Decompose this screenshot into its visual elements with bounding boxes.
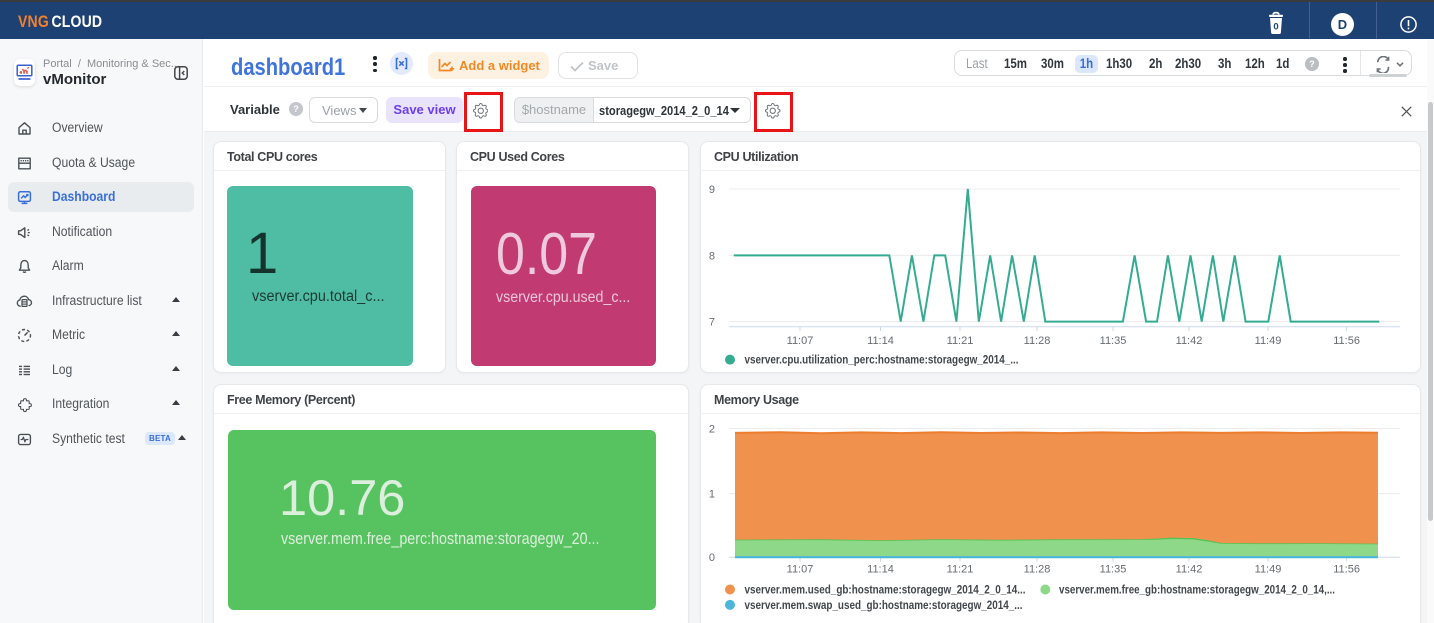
- svg-text:7: 7: [709, 317, 715, 329]
- svg-text:11:35: 11:35: [1100, 335, 1127, 347]
- svg-text:vserver.mem.swap_used_gb:hostn: vserver.mem.swap_used_gb:hostname:storag…: [745, 600, 1023, 612]
- svg-text:2: 2: [709, 424, 715, 436]
- svg-text:vserver.mem.free_gb:hostname:s: vserver.mem.free_gb:hostname:storagegw_2…: [1059, 585, 1335, 597]
- svg-text:1: 1: [709, 489, 715, 501]
- svg-text:0: 0: [709, 552, 715, 564]
- svg-text:11:07: 11:07: [787, 564, 814, 576]
- svg-text:8: 8: [709, 250, 715, 262]
- svg-text:11:21: 11:21: [947, 564, 974, 576]
- svg-text:9: 9: [709, 184, 715, 196]
- svg-text:vserver.mem.used_gb:hostname:s: vserver.mem.used_gb:hostname:storagegw_2…: [745, 585, 1026, 597]
- svg-text:11:49: 11:49: [1255, 564, 1282, 576]
- svg-text:0: 0: [1273, 21, 1278, 32]
- svg-text:11:07: 11:07: [787, 335, 814, 347]
- svg-text:11:14: 11:14: [867, 335, 894, 347]
- svg-text:11:42: 11:42: [1176, 564, 1203, 576]
- svg-text:11:49: 11:49: [1255, 335, 1282, 347]
- svg-text:11:28: 11:28: [1024, 335, 1051, 347]
- svg-text:vserver.cpu.utilization_perc:h: vserver.cpu.utilization_perc:hostname:st…: [745, 355, 1019, 367]
- svg-text:11:35: 11:35: [1100, 564, 1127, 576]
- svg-text:11:28: 11:28: [1024, 564, 1051, 576]
- svg-text:11:42: 11:42: [1176, 335, 1203, 347]
- svg-text:11:56: 11:56: [1333, 335, 1360, 347]
- svg-text:11:56: 11:56: [1333, 564, 1360, 576]
- svg-text:11:21: 11:21: [947, 335, 974, 347]
- svg-text:11:14: 11:14: [867, 564, 894, 576]
